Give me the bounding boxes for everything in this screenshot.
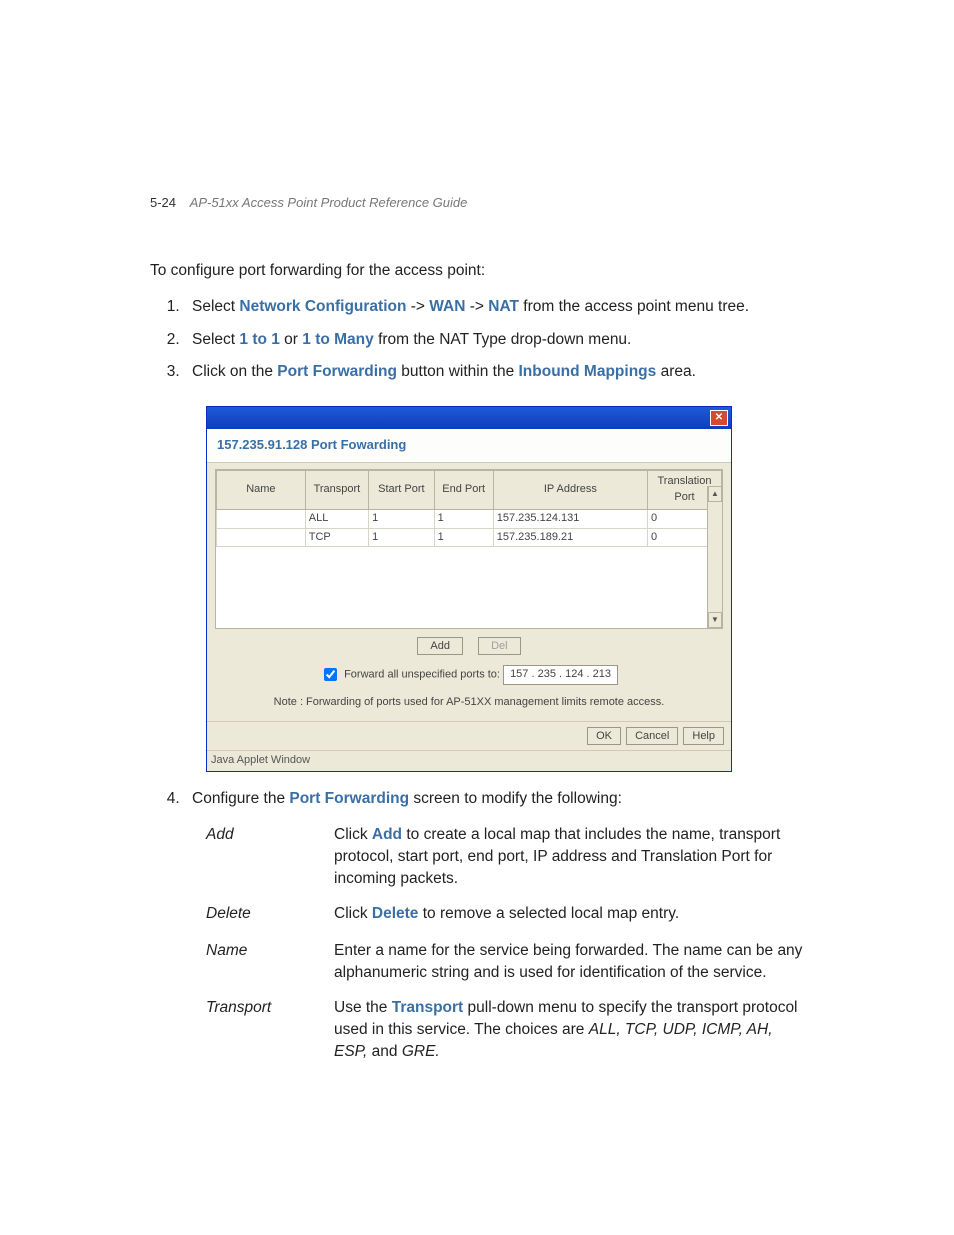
document-page: 5-24 AP-51xx Access Point Product Refere… bbox=[0, 0, 954, 1235]
def-name: Name Enter a name for the service being … bbox=[206, 940, 804, 983]
step-1: Select Network Configuration -> WAN -> N… bbox=[184, 296, 804, 318]
step-4: Configure the Port Forwarding screen to … bbox=[184, 788, 804, 810]
keyword-wan: WAN bbox=[429, 298, 465, 315]
def-term-transport: Transport bbox=[206, 997, 334, 1062]
cancel-button[interactable]: Cancel bbox=[626, 727, 678, 745]
definitions-list: Add Click Add to create a local map that… bbox=[206, 824, 804, 1062]
note-text: Note : Forwarding of ports used for AP-5… bbox=[207, 689, 731, 721]
def-delete: Delete Click Delete to remove a selected… bbox=[206, 903, 804, 925]
col-transport[interactable]: Transport bbox=[305, 470, 368, 509]
steps-list-continued: Configure the Port Forwarding screen to … bbox=[184, 788, 804, 810]
def-term-add: Add bbox=[206, 824, 334, 889]
del-button[interactable]: Del bbox=[478, 637, 521, 655]
def-body-name: Enter a name for the service being forwa… bbox=[334, 940, 804, 983]
body-content: To configure port forwarding for the acc… bbox=[150, 260, 804, 1062]
col-end-port[interactable]: End Port bbox=[434, 470, 493, 509]
def-term-delete: Delete bbox=[206, 903, 334, 925]
dialog-bottom-bar: OK Cancel Help bbox=[207, 721, 731, 750]
col-ip-address[interactable]: IP Address bbox=[493, 470, 647, 509]
intro-text: To configure port forwarding for the acc… bbox=[150, 260, 804, 282]
add-button[interactable]: Add bbox=[417, 637, 463, 655]
keyword-network-configuration: Network Configuration bbox=[239, 298, 406, 315]
table-row[interactable]: TCP 1 1 157.235.189.21 0 bbox=[217, 528, 722, 547]
port-forwarding-dialog: ✕ 157.235.91.128 Port Fowarding Name Tra… bbox=[206, 406, 732, 772]
steps-list: Select Network Configuration -> WAN -> N… bbox=[184, 296, 804, 383]
keyword-1tomany: 1 to Many bbox=[302, 331, 373, 348]
keyword-port-forwarding: Port Forwarding bbox=[277, 363, 397, 380]
def-transport: Transport Use the Transport pull-down me… bbox=[206, 997, 804, 1062]
keyword-1to1: 1 to 1 bbox=[239, 331, 279, 348]
java-applet-status: Java Applet Window bbox=[207, 750, 731, 771]
ok-button[interactable]: OK bbox=[587, 727, 621, 745]
def-body-add: Click Add to create a local map that inc… bbox=[334, 824, 804, 889]
step-3: Click on the Port Forwarding button with… bbox=[184, 361, 804, 383]
def-body-transport: Use the Transport pull-down menu to spec… bbox=[334, 997, 804, 1062]
step-2: Select 1 to 1 or 1 to Many from the NAT … bbox=[184, 329, 804, 351]
scrollbar[interactable]: ▲ ▼ bbox=[707, 486, 722, 628]
close-icon[interactable]: ✕ bbox=[710, 410, 728, 426]
table-row[interactable]: ALL 1 1 157.235.124.131 0 bbox=[217, 509, 722, 528]
titlebar: ✕ bbox=[207, 407, 731, 429]
keyword-nat: NAT bbox=[488, 298, 519, 315]
forward-unspecified-row: Forward all unspecified ports to: 157 . … bbox=[207, 661, 731, 689]
dialog-window: ✕ 157.235.91.128 Port Fowarding Name Tra… bbox=[206, 406, 732, 772]
forward-all-label: Forward all unspecified ports to: bbox=[344, 668, 500, 680]
def-body-delete: Click Delete to remove a selected local … bbox=[334, 903, 804, 925]
doc-title: AP-51xx Access Point Product Reference G… bbox=[190, 195, 468, 210]
keyword-inbound-mappings: Inbound Mappings bbox=[519, 363, 657, 380]
def-term-name: Name bbox=[206, 940, 334, 983]
forward-all-checkbox[interactable] bbox=[324, 668, 337, 681]
scroll-down-icon[interactable]: ▼ bbox=[708, 612, 722, 628]
dialog-title: 157.235.91.128 Port Fowarding bbox=[207, 429, 731, 463]
scroll-up-icon[interactable]: ▲ bbox=[708, 486, 722, 502]
col-start-port[interactable]: Start Port bbox=[369, 470, 435, 509]
running-header: 5-24 AP-51xx Access Point Product Refere… bbox=[150, 195, 467, 210]
port-forwarding-table-area: Name Transport Start Port End Port IP Ad… bbox=[215, 469, 723, 629]
port-forwarding-table: Name Transport Start Port End Port IP Ad… bbox=[216, 470, 722, 548]
col-name[interactable]: Name bbox=[217, 470, 306, 509]
keyword-port-forwarding-2: Port Forwarding bbox=[289, 790, 409, 807]
add-del-row: Add Del bbox=[207, 633, 731, 661]
table-header-row: Name Transport Start Port End Port IP Ad… bbox=[217, 470, 722, 509]
def-add: Add Click Add to create a local map that… bbox=[206, 824, 804, 889]
help-button[interactable]: Help bbox=[683, 727, 724, 745]
page-number: 5-24 bbox=[150, 195, 176, 210]
forward-ip-input[interactable]: 157 . 235 . 124 . 213 bbox=[503, 665, 618, 685]
